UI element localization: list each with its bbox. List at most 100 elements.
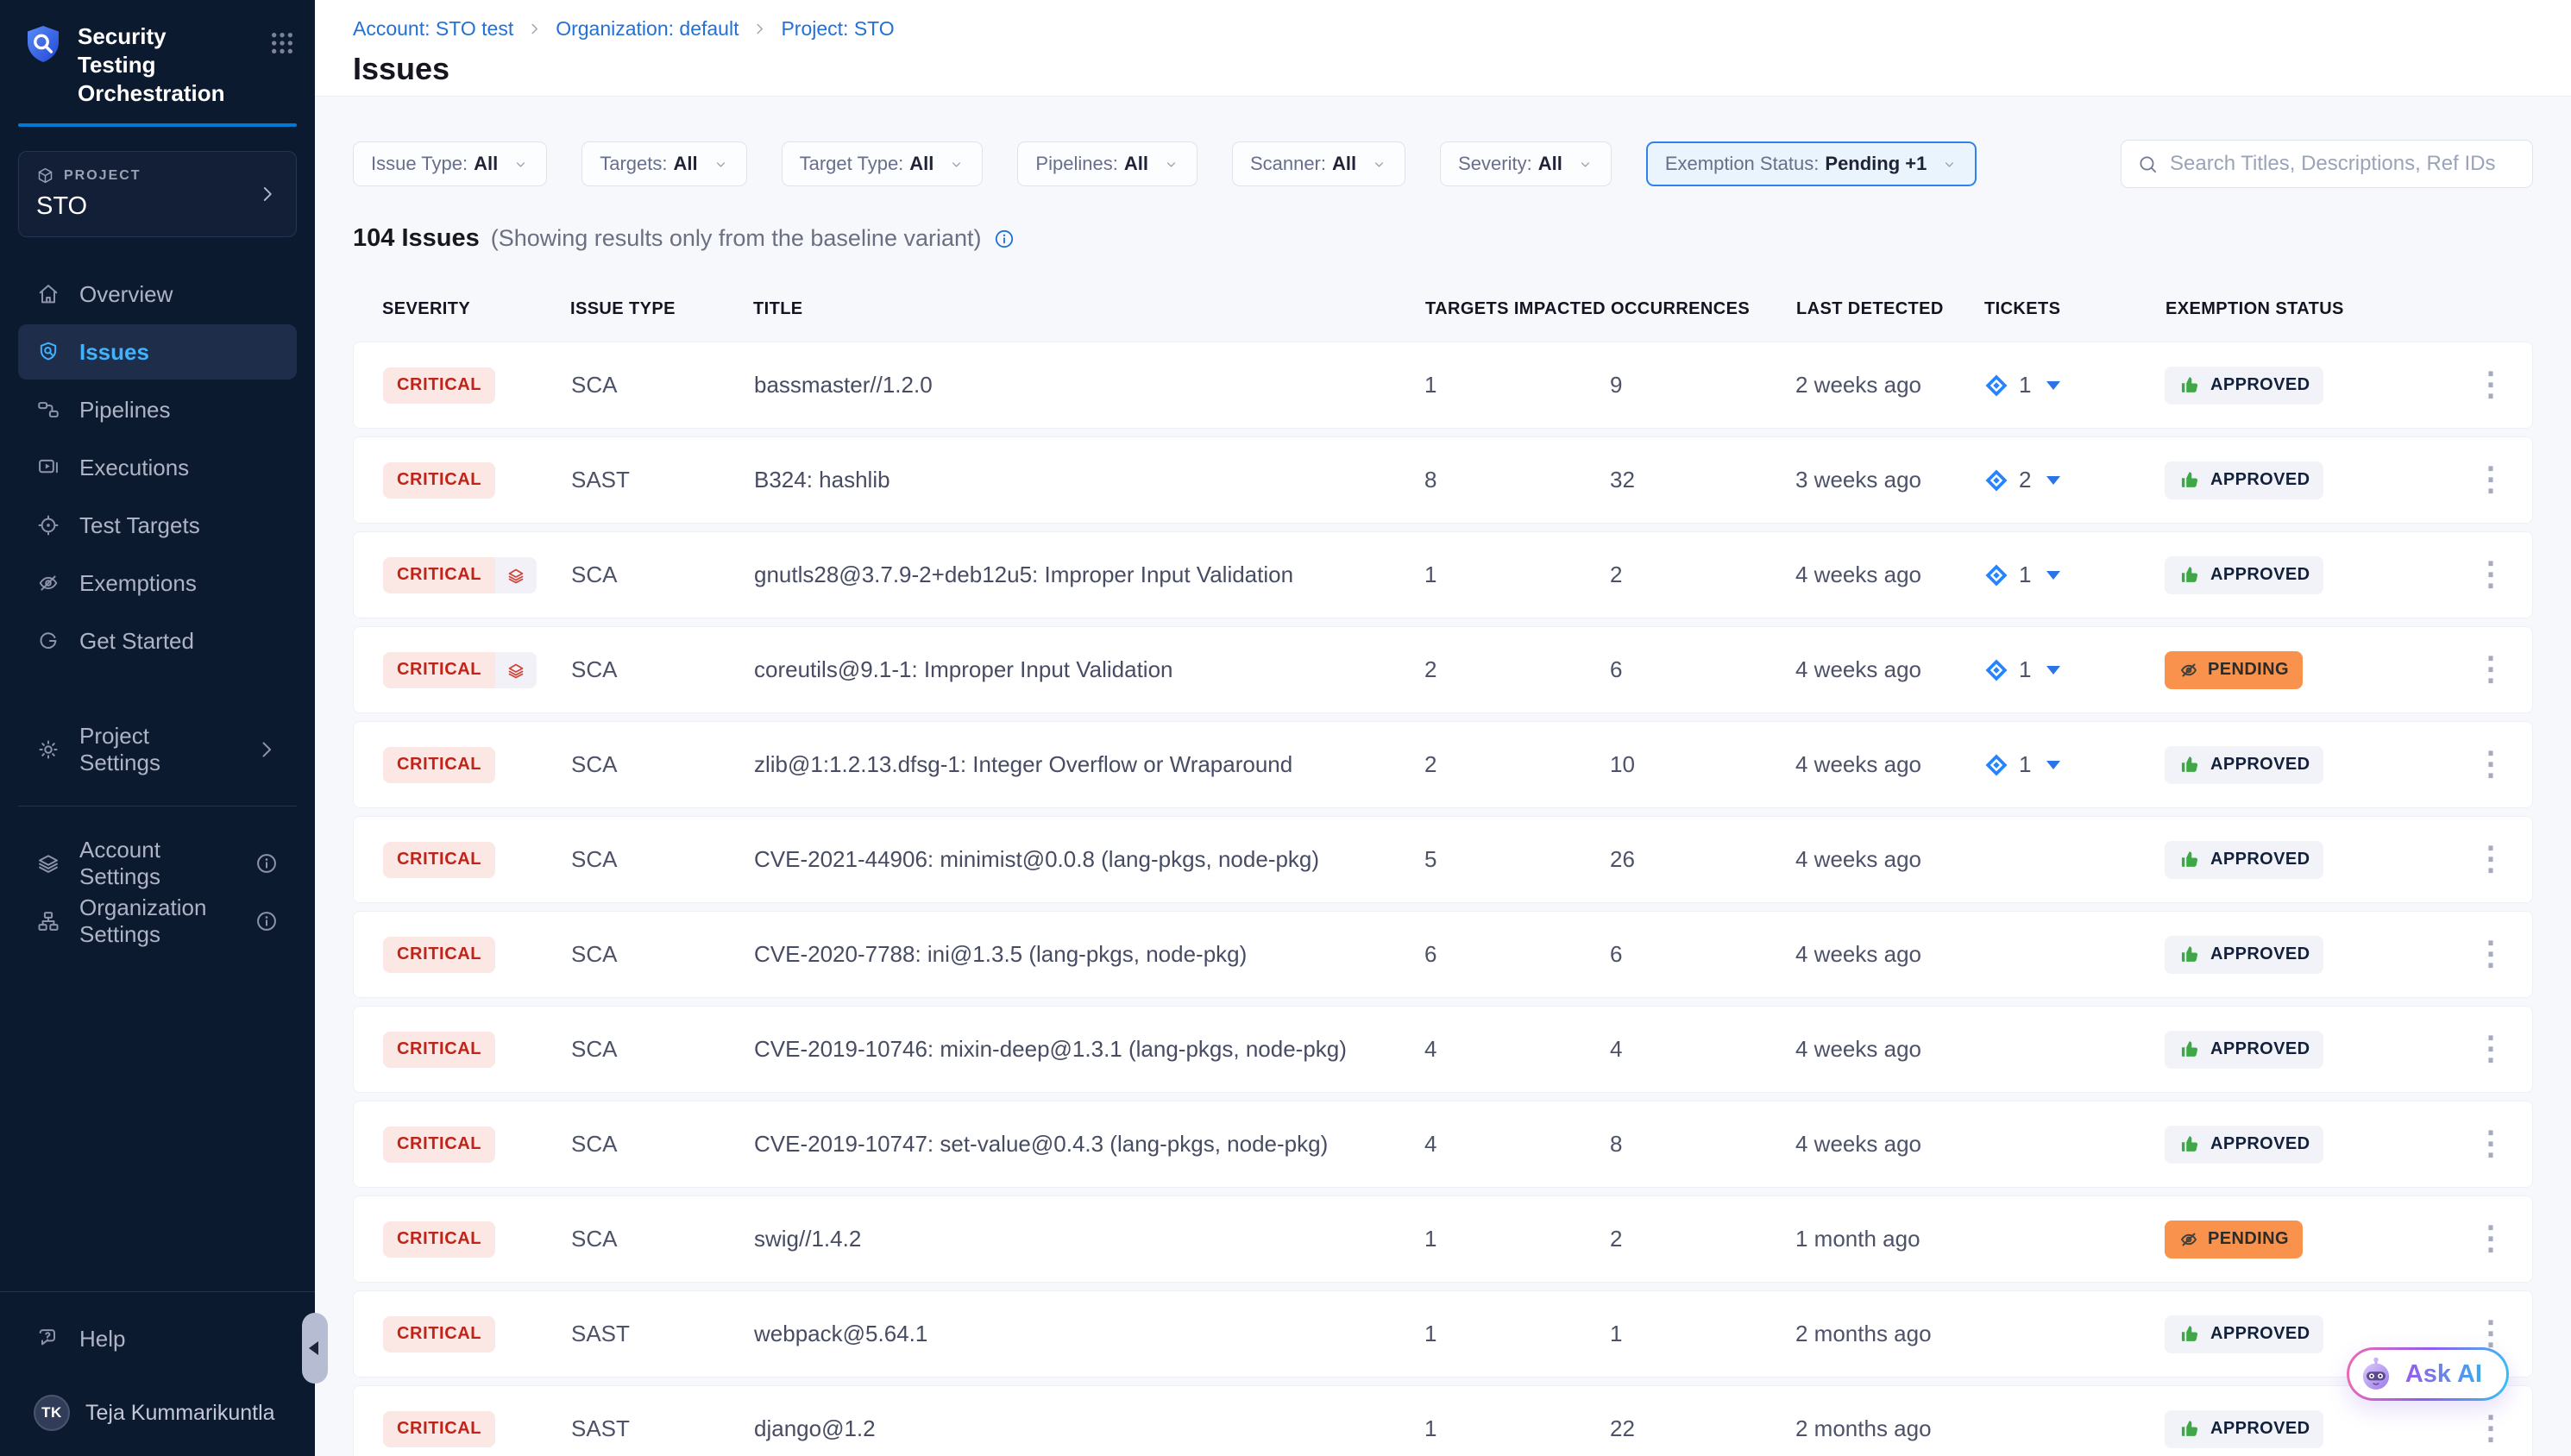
caret-down-icon[interactable] <box>2046 571 2060 580</box>
ask-ai-button[interactable]: Ask AI <box>2347 1347 2509 1401</box>
occurrences: 6 <box>1610 941 1795 968</box>
jira-ticket-icon[interactable] <box>1983 562 2009 588</box>
tickets-cell: 1 <box>1983 656 2165 683</box>
info-icon[interactable] <box>255 909 279 933</box>
row-menu-button[interactable]: ⋮ <box>2474 372 2507 398</box>
sidebar-item-test-targets[interactable]: Test Targets <box>18 498 297 553</box>
issue-row[interactable]: CRITICALSCAgnutls28@3.7.9-2+deb12u5: Imp… <box>353 531 2533 618</box>
sidebar-item-get-started[interactable]: Get Started <box>18 613 297 668</box>
issue-title[interactable]: django@1.2 <box>754 1415 1424 1442</box>
page-header: Account: STO test Organization: default Pr… <box>315 0 2571 97</box>
sidebar-item-pipelines[interactable]: Pipelines <box>18 382 297 437</box>
breadcrumb-link[interactable]: Account: STO test <box>353 17 513 41</box>
severity-label: CRITICAL <box>383 462 495 499</box>
row-menu-button[interactable]: ⋮ <box>2474 656 2507 682</box>
issue-title[interactable]: B324: hashlib <box>754 467 1424 493</box>
row-menu-button[interactable]: ⋮ <box>2474 1226 2507 1252</box>
occurrences: 2 <box>1610 1226 1795 1252</box>
issue-row[interactable]: CRITICALSCACVE-2019-10747: set-value@0.4… <box>353 1101 2533 1188</box>
issue-row[interactable]: CRITICALSCAbassmaster//1.2.0192 weeks ag… <box>353 342 2533 429</box>
module-grid-icon[interactable] <box>268 29 296 57</box>
row-menu-button[interactable]: ⋮ <box>2474 1415 2507 1441</box>
issue-title[interactable]: CVE-2021-44906: minimist@0.0.8 (lang-pkg… <box>754 846 1424 873</box>
row-menu-button[interactable]: ⋮ <box>2474 562 2507 587</box>
caret-down-icon[interactable] <box>2046 381 2060 390</box>
occurrences: 1 <box>1610 1321 1795 1347</box>
row-menu-button[interactable]: ⋮ <box>2474 1321 2507 1346</box>
breadcrumb-link[interactable]: Organization: default <box>556 17 739 41</box>
severity-label: CRITICAL <box>383 1032 495 1068</box>
sidebar-item-overview[interactable]: Overview <box>18 267 297 322</box>
column-header-spacer <box>2467 299 2516 319</box>
issue-title[interactable]: CVE-2019-10746: mixin-deep@1.3.1 (lang-p… <box>754 1036 1424 1063</box>
sidebar-collapse-handle[interactable] <box>302 1313 328 1384</box>
search-input[interactable] <box>2170 152 2517 176</box>
info-icon[interactable] <box>993 228 1015 250</box>
filter-value: All <box>674 153 698 175</box>
issue-title[interactable]: coreutils@9.1-1: Improper Input Validati… <box>754 656 1424 683</box>
filter-value: All <box>474 153 498 175</box>
tickets-cell: 1 <box>1983 562 2165 588</box>
severity-label: CRITICAL <box>383 1316 495 1352</box>
sidebar-item-help[interactable]: Help <box>18 1311 297 1366</box>
filter-exemption-status-dropdown[interactable]: Exemption Status:Pending +1 <box>1646 141 1977 186</box>
issue-row[interactable]: CRITICALSASTdjango@1.21222 months agoAPP… <box>353 1385 2533 1456</box>
status-label: APPROVED <box>2210 1039 2310 1059</box>
issue-row[interactable]: CRITICAL SCACVE-2019-10746: mixin-deep@1.… <box>353 1006 2533 1093</box>
issue-title[interactable]: bassmaster//1.2.0 <box>754 372 1424 399</box>
targets-icon <box>36 513 60 537</box>
issue-title[interactable]: webpack@5.64.1 <box>754 1321 1424 1347</box>
issue-type: SCA <box>571 1036 754 1063</box>
sidebar-item-executions[interactable]: Executions <box>18 440 297 495</box>
tickets-cell: 1 <box>1983 751 2165 778</box>
user-menu[interactable]: TK Teja Kummarikuntla <box>18 1385 297 1440</box>
issue-title[interactable]: swig//1.4.2 <box>754 1226 1424 1252</box>
issue-title[interactable]: CVE-2019-10747: set-value@0.4.3 (lang-pk… <box>754 1131 1424 1158</box>
jira-ticket-icon[interactable] <box>1983 373 2009 399</box>
jira-ticket-icon[interactable] <box>1983 657 2009 683</box>
issue-row[interactable]: CRITICALSCAswig//1.4.2121 month agoPENDI… <box>353 1196 2533 1283</box>
status-badge: APPROVED <box>2165 1126 2323 1164</box>
issue-title[interactable]: gnutls28@3.7.9-2+deb12u5: Improper Input… <box>754 562 1424 588</box>
filter-target-type-dropdown[interactable]: Target Type:All <box>782 141 984 186</box>
filter-issue-type-dropdown[interactable]: Issue Type:All <box>353 141 547 186</box>
row-menu-button[interactable]: ⋮ <box>2474 1131 2507 1157</box>
caret-down-icon[interactable] <box>2046 666 2060 675</box>
filter-scanner-dropdown[interactable]: Scanner:All <box>1232 141 1405 186</box>
sidebar-item-organization-settings[interactable]: Organization Settings <box>18 894 297 949</box>
info-icon[interactable] <box>255 851 279 875</box>
project-selector[interactable]: PROJECT STO <box>18 151 297 237</box>
issue-title[interactable]: zlib@1:1.2.13.dfsg-1: Integer Overflow o… <box>754 751 1424 778</box>
row-menu-button[interactable]: ⋮ <box>2474 941 2507 967</box>
issue-row[interactable]: CRITICALSASTwebpack@5.64.1112 months ago… <box>353 1290 2533 1378</box>
row-menu-button[interactable]: ⋮ <box>2474 467 2507 493</box>
sidebar-item-account-settings[interactable]: Account Settings <box>18 836 297 891</box>
severity-label: CRITICAL <box>383 557 495 593</box>
column-header: TITLE <box>753 299 1425 319</box>
caret-down-icon[interactable] <box>2046 476 2060 485</box>
sidebar-accent-line <box>18 123 297 127</box>
issue-row[interactable]: CRITICALSCAzlib@1:1.2.13.dfsg-1: Integer… <box>353 721 2533 808</box>
filter-targets-dropdown[interactable]: Targets:All <box>581 141 746 186</box>
thumbs-up-icon <box>2178 1322 2202 1346</box>
jira-ticket-icon[interactable] <box>1983 752 2009 778</box>
row-menu-button[interactable]: ⋮ <box>2474 846 2507 872</box>
sidebar-item-project-settings[interactable]: Project Settings <box>18 722 297 777</box>
sidebar-item-issues[interactable]: Issues <box>18 324 297 380</box>
filter-severity-dropdown[interactable]: Severity:All <box>1440 141 1612 186</box>
caret-down-icon[interactable] <box>2046 761 2060 769</box>
breadcrumb-link[interactable]: Project: STO <box>781 17 894 41</box>
sidebar-item-label: Project Settings <box>79 723 236 776</box>
row-menu-button[interactable]: ⋮ <box>2474 1036 2507 1062</box>
filter-pipelines-dropdown[interactable]: Pipelines:All <box>1017 141 1197 186</box>
issue-row[interactable]: CRITICALSCAcoreutils@9.1-1: Improper Inp… <box>353 626 2533 713</box>
row-menu-button[interactable]: ⋮ <box>2474 751 2507 777</box>
issue-row[interactable]: CRITICALSCACVE-2020-7788: ini@1.3.5 (lan… <box>353 911 2533 998</box>
issue-title[interactable]: CVE-2020-7788: ini@1.3.5 (lang-pkgs, nod… <box>754 941 1424 968</box>
issue-row[interactable]: CRITICALSASTB324: hashlib8323 weeks ago2… <box>353 436 2533 524</box>
sidebar-bottom: Help TK Teja Kummarikuntla <box>0 1291 315 1440</box>
sidebar-item-exemptions[interactable]: Exemptions <box>18 555 297 611</box>
column-header: TICKETS <box>1984 299 2166 319</box>
jira-ticket-icon[interactable] <box>1983 468 2009 493</box>
issue-row[interactable]: CRITICALSCACVE-2021-44906: minimist@0.0.… <box>353 816 2533 903</box>
